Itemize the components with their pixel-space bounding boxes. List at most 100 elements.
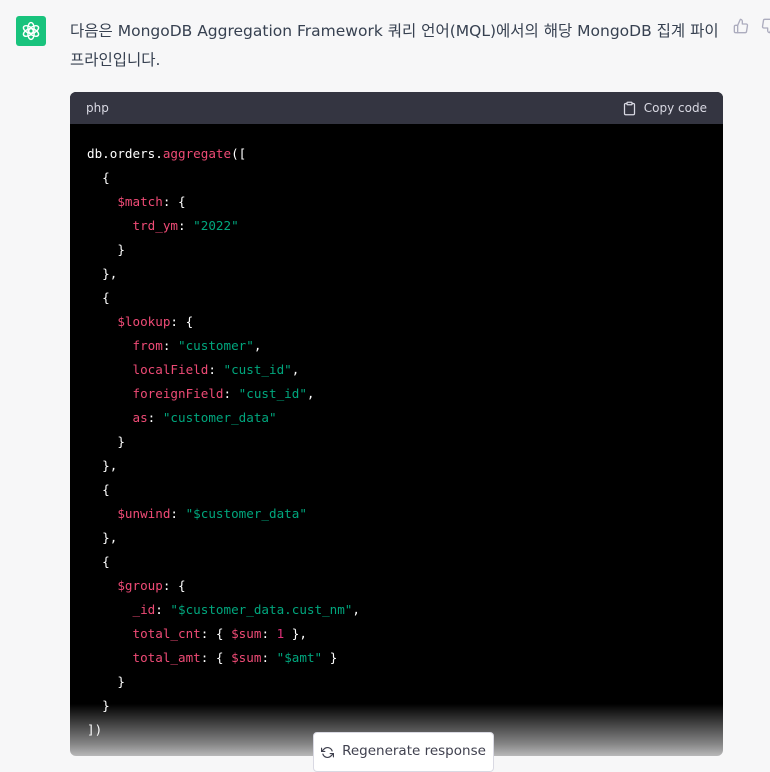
code-block: php Copy code db.orders.aggregate([ { $m…: [70, 92, 723, 756]
code-token: : {: [162, 578, 186, 593]
code-line: foreignField: "cust_id",: [87, 382, 706, 406]
copy-code-label: Copy code: [643, 101, 707, 115]
openai-logo-icon: [22, 21, 40, 41]
code-line: $lookup: {: [87, 310, 706, 334]
code-token: },: [87, 458, 118, 473]
code-line: _id: "$customer_data.cust_nm",: [87, 598, 706, 622]
code-token: trd_ym: [132, 218, 179, 233]
code-token: },: [284, 626, 307, 641]
code-token: :: [223, 386, 239, 401]
code-line: trd_ym: "2022": [87, 214, 706, 238]
code-token: aggregate: [162, 146, 232, 161]
copy-code-button[interactable]: Copy code: [622, 101, 707, 116]
code-token: $sum: [231, 626, 262, 641]
code-token: ,: [306, 386, 315, 401]
code-token: $lookup: [117, 314, 171, 329]
code-token: :: [170, 506, 186, 521]
code-token: $unwind: [117, 506, 171, 521]
code-line: $match: {: [87, 190, 706, 214]
code-token: as: [132, 410, 148, 425]
code-token: : {: [170, 314, 194, 329]
code-token: ,: [291, 362, 300, 377]
code-line: },: [87, 526, 706, 550]
code-token: $sum: [231, 650, 262, 665]
code-token: {: [87, 482, 110, 497]
code-token: "customer": [178, 338, 254, 353]
code-line: }: [87, 430, 706, 454]
code-token: :: [178, 218, 194, 233]
code-line: }: [87, 238, 706, 262]
code-token: db.orders.: [87, 146, 163, 161]
assistant-avatar: [16, 16, 46, 46]
code-token: "$customer_data": [185, 506, 307, 521]
refresh-icon: [321, 747, 335, 758]
code-token: {: [87, 170, 110, 185]
code-token: :: [162, 338, 179, 353]
thumbs-down-button[interactable]: [761, 18, 770, 34]
regenerate-response-button[interactable]: Regenerate response: [313, 732, 494, 772]
clipboard-icon: [623, 101, 635, 115]
code-token: }: [87, 434, 125, 449]
code-token: ([: [231, 146, 247, 161]
code-token: :: [155, 602, 171, 617]
code-token: : {: [200, 626, 232, 641]
code-token: "cust_id": [223, 362, 292, 377]
code-token: ,: [253, 338, 262, 353]
code-token: _id: [132, 602, 156, 617]
code-token: }: [87, 242, 125, 257]
code-line: db.orders.aggregate([: [87, 142, 706, 166]
code-line: {: [87, 478, 706, 502]
thumbs-up-button[interactable]: [733, 18, 749, 34]
code-line: },: [87, 454, 706, 478]
code-token: localField: [132, 362, 209, 377]
code-line: $unwind: "$customer_data": [87, 502, 706, 526]
code-line: }: [87, 694, 706, 718]
code-token: :: [261, 626, 277, 641]
code-token: ,: [352, 602, 360, 617]
code-token: },: [87, 530, 118, 545]
thumbs-down-icon: [761, 18, 770, 34]
code-token: from: [132, 338, 163, 353]
code-token: total_amt: [132, 650, 201, 665]
code-token: "$customer_data.cust_nm": [170, 602, 353, 617]
code-token: :: [208, 362, 224, 377]
code-line: localField: "cust_id",: [87, 358, 706, 382]
code-token: ]): [87, 722, 103, 737]
code-token: "customer_data": [162, 410, 277, 425]
code-line: from: "customer",: [87, 334, 706, 358]
code-token: :: [261, 650, 277, 665]
code-line: as: "customer_data": [87, 406, 706, 430]
assistant-message-text: 다음은 MongoDB Aggregation Framework 쿼리 언어(…: [70, 22, 719, 69]
code-token: $group: [117, 578, 163, 593]
code-token: }: [322, 650, 338, 665]
code-line: total_amt: { $sum: "$amt" }: [87, 646, 706, 670]
code-token: }: [87, 674, 125, 689]
code-token: },: [87, 266, 118, 281]
code-line: }: [87, 670, 706, 694]
code-token: "$amt": [276, 650, 323, 665]
code-line: {: [87, 166, 706, 190]
code-line: },: [87, 262, 706, 286]
code-token: : {: [200, 650, 232, 665]
code-line: {: [87, 286, 706, 310]
code-line: {: [87, 550, 706, 574]
code-token: $match: [117, 194, 163, 209]
code-token: :: [147, 410, 163, 425]
code-content: db.orders.aggregate([ { $match: { trd_ym…: [70, 124, 723, 742]
code-token: total_cnt: [132, 626, 201, 641]
code-token: {: [87, 290, 110, 305]
code-token: foreignField: [132, 386, 224, 401]
code-language-label: php: [86, 101, 109, 115]
code-token: : {: [162, 194, 186, 209]
